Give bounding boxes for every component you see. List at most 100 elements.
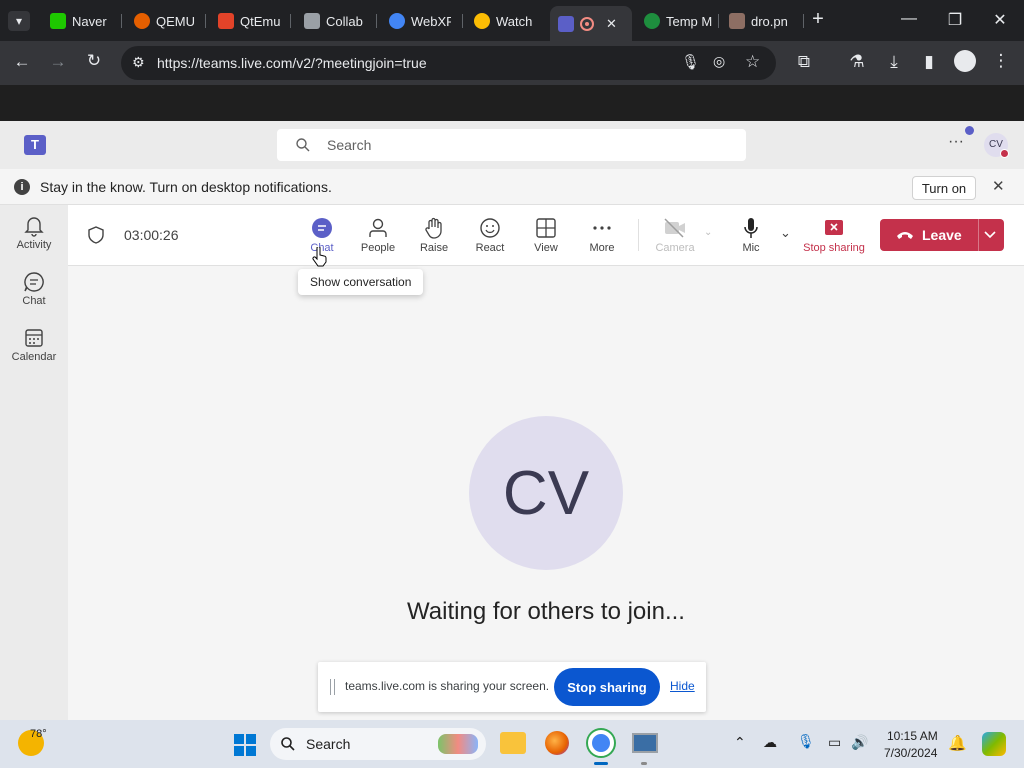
- tab-title: Temp M: [666, 13, 713, 29]
- react-button[interactable]: React: [463, 217, 517, 254]
- new-tab-plus-icon[interactable]: +: [807, 8, 829, 31]
- chat-bubble-icon: [24, 272, 44, 292]
- close-tab-icon[interactable]: ✕: [606, 16, 617, 32]
- hide-share-bar-link[interactable]: Hide: [670, 679, 695, 693]
- gitlab-favicon-icon: [218, 13, 234, 29]
- tab-webxr[interactable]: WebXR: [389, 8, 451, 34]
- raise-hand-button[interactable]: Raise: [407, 217, 461, 254]
- calendar-icon: [25, 329, 43, 347]
- side-panel-icon[interactable]: ▮: [918, 52, 940, 72]
- reload-icon[interactable]: ↻: [83, 51, 105, 71]
- qemu-favicon-icon: [134, 13, 150, 29]
- stop-sharing-label: Stop sharing: [803, 242, 865, 254]
- address-bar[interactable]: ⚙ https://teams.live.com/v2/?meetingjoin…: [121, 46, 776, 80]
- tab-teams-active[interactable]: ✕: [550, 6, 632, 41]
- tab-dropin[interactable]: dro.pn: [729, 8, 795, 34]
- status-busy-icon: [1000, 149, 1009, 158]
- camera-off-icon: [664, 218, 685, 238]
- hand-icon: [425, 217, 442, 239]
- camera-button[interactable]: Camera: [648, 217, 702, 254]
- taskbar-search-placeholder: Search: [306, 736, 351, 752]
- search-box[interactable]: Search: [277, 129, 746, 161]
- chrome-icon[interactable]: [588, 730, 614, 756]
- taskbar-search-box[interactable]: Search: [270, 728, 486, 760]
- temp-mail-favicon-icon: [644, 13, 660, 29]
- tab-watch[interactable]: Watch: [474, 8, 538, 34]
- leave-options-chevron-icon[interactable]: [984, 231, 996, 239]
- people-button[interactable]: People: [351, 217, 405, 254]
- turn-on-notifications-button[interactable]: Turn on: [912, 176, 976, 200]
- back-arrow-icon[interactable]: ←: [11, 52, 33, 72]
- network-status-icon[interactable]: ☁: [763, 734, 777, 751]
- camera-options-chevron-icon[interactable]: ⌄: [704, 227, 712, 238]
- tab-title: WebXR: [411, 13, 451, 29]
- profile-avatar-icon[interactable]: [954, 50, 976, 72]
- tab-qtemu[interactable]: QtEmu: [218, 8, 280, 34]
- left-app-rail: Activity Chat Calendar: [0, 205, 68, 720]
- mic-button[interactable]: Mic: [724, 217, 778, 254]
- rail-item-activity[interactable]: Activity: [0, 215, 68, 251]
- forward-arrow-icon[interactable]: →: [47, 52, 69, 72]
- copilot-icon[interactable]: [982, 732, 1006, 756]
- tab-separator: [121, 14, 122, 28]
- leave-button[interactable]: Leave: [880, 219, 1004, 251]
- dismiss-banner-close-icon[interactable]: ✕: [992, 177, 1005, 195]
- more-label: More: [589, 242, 615, 254]
- teams-logo-icon: T: [24, 135, 46, 155]
- notifications-bell-icon[interactable]: 🔔: [948, 734, 967, 752]
- labs-flask-icon[interactable]: ⚗: [846, 52, 868, 72]
- tab-separator: [803, 14, 804, 28]
- mic-options-chevron-icon[interactable]: ⌄: [780, 225, 791, 241]
- weather-temperature[interactable]: 78°: [30, 728, 47, 740]
- mic-label: Mic: [742, 242, 760, 254]
- site-settings-icon[interactable]: ⚙: [132, 54, 145, 71]
- rail-item-chat[interactable]: Chat: [0, 271, 68, 307]
- grid-view-icon: [536, 218, 556, 238]
- volume-icon[interactable]: 🔊: [851, 734, 868, 751]
- shield-icon[interactable]: [88, 226, 104, 244]
- tab-collab[interactable]: Collab: [304, 8, 366, 34]
- tab-title: dro.pn: [751, 13, 788, 29]
- clock-time[interactable]: 10:15 AM: [887, 729, 938, 743]
- firefox-icon[interactable]: [545, 731, 569, 755]
- search-highlight-art-icon: [438, 734, 478, 754]
- restore-window-icon[interactable]: ❐: [944, 10, 966, 30]
- more-options-icon[interactable]: ···: [948, 133, 964, 151]
- extensions-icon[interactable]: ⧉: [793, 52, 815, 72]
- microphone-in-use-icon[interactable]: 🎙: [681, 53, 700, 71]
- stop-sharing-button[interactable]: Stop sharing: [802, 217, 866, 254]
- tab-naver[interactable]: Naver: [50, 8, 110, 34]
- downloads-icon[interactable]: ⤓: [883, 52, 905, 72]
- url-text[interactable]: https://teams.live.com/v2/?meetingjoin=t…: [157, 55, 427, 71]
- more-button[interactable]: More: [575, 217, 629, 254]
- close-window-icon[interactable]: ✕: [989, 10, 1011, 30]
- tab-qemu[interactable]: QEMU: [134, 8, 196, 34]
- collab-favicon-icon: [304, 13, 320, 29]
- browser-menu-icon[interactable]: ⋮: [990, 51, 1012, 71]
- view-button[interactable]: View: [519, 217, 573, 254]
- teams-favicon-icon: [558, 15, 574, 32]
- react-label: React: [475, 242, 505, 254]
- minimize-icon[interactable]: —: [898, 10, 920, 28]
- tab-separator: [205, 14, 206, 28]
- rail-item-calendar[interactable]: Calendar: [0, 327, 68, 363]
- rail-label: Calendar: [11, 351, 57, 363]
- bell-icon: [24, 217, 44, 237]
- tab-temp-mail[interactable]: Temp M: [644, 8, 714, 34]
- tab-search-dropdown-icon[interactable]: ▾: [8, 11, 30, 31]
- show-hidden-icons-chevron-icon[interactable]: ⌃: [734, 734, 746, 751]
- tab-title: QEMU: [156, 13, 195, 29]
- stop-sharing-pill-button[interactable]: Stop sharing: [554, 668, 660, 706]
- remote-desktop-icon[interactable]: [632, 733, 658, 753]
- microphone-in-use-tray-icon[interactable]: 🎙: [797, 733, 815, 750]
- clock-date[interactable]: 7/30/2024: [884, 746, 937, 760]
- bookmark-star-icon[interactable]: ☆: [745, 52, 760, 72]
- page-top-band: [0, 85, 1024, 121]
- drag-handle-icon[interactable]: [330, 679, 335, 695]
- windows-start-icon[interactable]: [233, 733, 257, 757]
- participant-initials: CV: [502, 458, 590, 528]
- file-explorer-icon[interactable]: [500, 732, 526, 754]
- display-icon[interactable]: ▭: [828, 734, 841, 751]
- hang-up-phone-icon: [897, 232, 913, 239]
- camera-blocked-icon[interactable]: ◎: [713, 53, 725, 70]
